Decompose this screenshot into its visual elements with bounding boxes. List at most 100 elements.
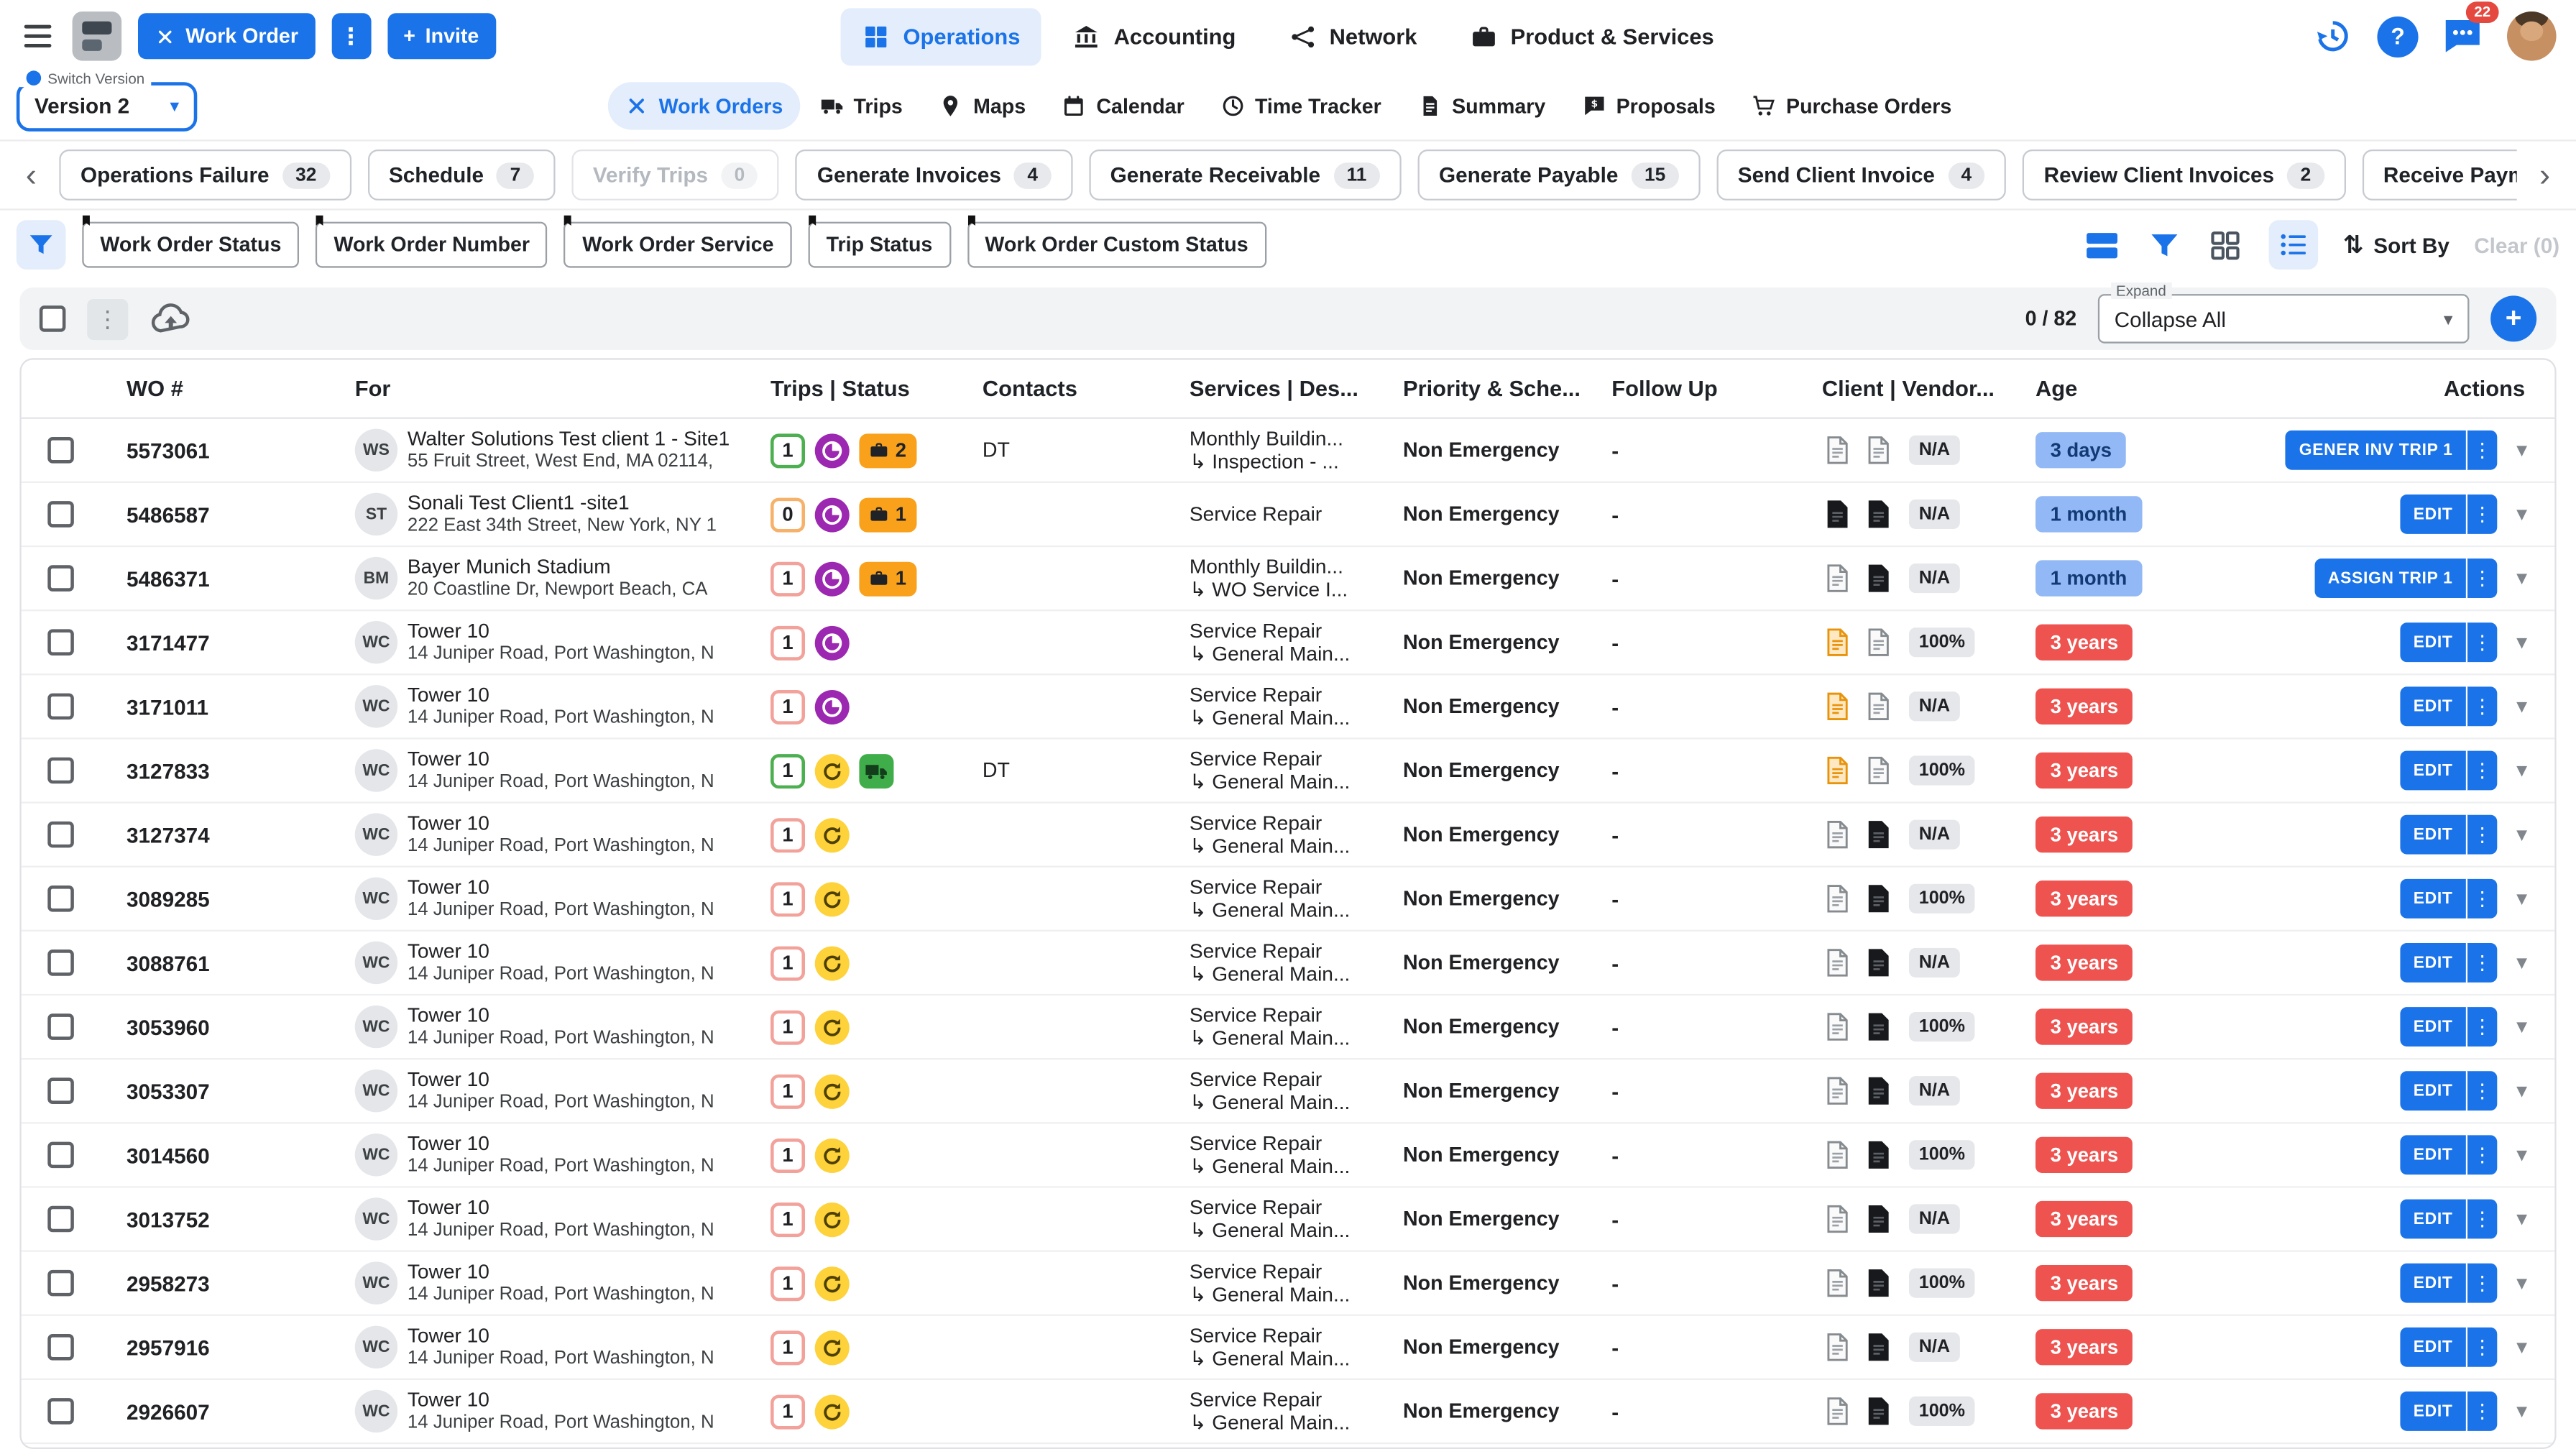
row-checkbox[interactable] <box>47 501 74 528</box>
trip-pending-icon[interactable] <box>815 1138 850 1172</box>
pipeline-receive-payments[interactable]: Receive Payments 20 <box>2362 150 2517 201</box>
trip-count-badge[interactable]: 1 <box>770 561 805 596</box>
row-expand-chevron[interactable]: ▾ <box>2508 1142 2535 1169</box>
main-nav-operations[interactable]: Operations <box>841 7 1041 65</box>
row-checkbox[interactable] <box>47 1142 74 1169</box>
trip-count-badge[interactable]: 1 <box>770 689 805 724</box>
row-action-menu-button[interactable]: ⋮ <box>2466 943 2497 983</box>
app-logo[interactable] <box>73 12 122 61</box>
trip-pending-icon[interactable] <box>815 881 850 916</box>
row-action-menu-button[interactable]: ⋮ <box>2466 751 2497 791</box>
table-row[interactable]: 3127833 WC Tower 10 14 Juniper Road, Por… <box>22 740 2555 804</box>
table-row[interactable]: 2926607 WC Tower 10 14 Juniper Road, Por… <box>22 1380 2555 1444</box>
bulk-menu-button[interactable]: ⋮ <box>87 298 128 339</box>
main-nav-product-services[interactable]: Product & Services <box>1448 7 1736 65</box>
trip-scheduled-icon[interactable] <box>815 433 850 467</box>
row-action-button[interactable]: EDIT <box>2400 1200 2465 1239</box>
subnav-maps[interactable]: Maps <box>922 82 1042 129</box>
help-button[interactable]: ? <box>2377 16 2418 57</box>
pipeline-generate-invoices[interactable]: Generate Invoices 4 <box>796 150 1072 201</box>
table-row[interactable]: 3171011 WC Tower 10 14 Juniper Road, Por… <box>22 675 2555 739</box>
row-action-button[interactable]: EDIT <box>2400 751 2465 791</box>
row-checkbox[interactable] <box>47 1270 74 1297</box>
row-checkbox[interactable] <box>47 694 74 720</box>
filter-chip-trip-status[interactable]: Trip Status <box>808 222 950 268</box>
switch-version-select[interactable]: Switch Version Version 2 ▾ <box>17 81 197 131</box>
client-invoice-doc-icon[interactable] <box>1822 1329 1853 1365</box>
table-row[interactable]: 3053307 WC Tower 10 14 Juniper Road, Por… <box>22 1059 2555 1123</box>
client-invoice-doc-icon[interactable] <box>1822 944 1853 980</box>
client-invoice-doc-icon[interactable] <box>1822 816 1853 852</box>
filter-funnel-button[interactable] <box>17 220 66 270</box>
row-action-menu-button[interactable]: ⋮ <box>2466 815 2497 855</box>
row-checkbox[interactable] <box>47 1077 74 1104</box>
pipeline-send-client-invoice[interactable]: Send Client Invoice 4 <box>1716 150 2006 201</box>
table-row[interactable]: 5573061 WS Walter Solutions Test client … <box>22 419 2555 483</box>
row-checkbox[interactable] <box>47 629 74 656</box>
trip-pending-icon[interactable] <box>815 1330 850 1364</box>
row-action-button[interactable]: EDIT <box>2400 943 2465 983</box>
expand-select[interactable]: Expand Collapse All ▾ <box>2098 294 2470 344</box>
row-action-menu-button[interactable]: ⋮ <box>2466 431 2497 470</box>
row-action-menu-button[interactable]: ⋮ <box>2466 1264 2497 1303</box>
trip-scheduled-icon[interactable] <box>815 625 850 660</box>
client-invoice-doc-icon[interactable] <box>1822 1201 1853 1237</box>
row-action-button[interactable]: GENER INV TRIP 1 <box>2286 431 2465 470</box>
trip-scheduled-icon[interactable] <box>815 689 850 724</box>
trip-briefcase-badge[interactable]: 1 <box>859 561 916 596</box>
vendor-invoice-doc-icon[interactable] <box>1863 625 1894 661</box>
table-row[interactable]: 2957916 WC Tower 10 14 Juniper Road, Por… <box>22 1316 2555 1380</box>
client-bill-doc-icon[interactable] <box>1822 496 1853 532</box>
row-checkbox[interactable] <box>47 949 74 976</box>
row-expand-chevron[interactable]: ▾ <box>2508 758 2535 784</box>
row-action-menu-button[interactable]: ⋮ <box>2466 1071 2497 1110</box>
row-expand-chevron[interactable]: ▾ <box>2508 1270 2535 1297</box>
client-invoice-doc-icon[interactable] <box>1822 560 1853 596</box>
subnav-purchase-orders[interactable]: Purchase Orders <box>1735 82 1968 129</box>
trip-count-badge[interactable]: 1 <box>770 1138 805 1172</box>
trip-count-badge[interactable]: 1 <box>770 433 805 467</box>
trip-count-badge[interactable]: 1 <box>770 945 805 980</box>
row-action-menu-button[interactable]: ⋮ <box>2466 879 2497 919</box>
table-row[interactable]: 2958273 WC Tower 10 14 Juniper Road, Por… <box>22 1252 2555 1316</box>
card-view-button[interactable] <box>2082 224 2122 265</box>
row-action-menu-button[interactable]: ⋮ <box>2466 686 2497 726</box>
user-avatar[interactable] <box>2507 12 2557 61</box>
filter-chip-work-order-status[interactable]: Work Order Status <box>82 222 299 268</box>
trip-scheduled-icon[interactable] <box>815 497 850 531</box>
row-checkbox[interactable] <box>47 822 74 848</box>
row-expand-chevron[interactable]: ▾ <box>2508 1334 2535 1361</box>
filter-chip-work-order-custom-status[interactable]: Work Order Custom Status <box>967 222 1266 268</box>
table-row[interactable]: 3171477 WC Tower 10 14 Juniper Road, Por… <box>22 611 2555 675</box>
table-row[interactable]: 3127374 WC Tower 10 14 Juniper Road, Por… <box>22 804 2555 868</box>
table-row[interactable]: 5486587 ST Sonali Test Client1 -site1 22… <box>22 483 2555 547</box>
trip-count-badge[interactable]: 1 <box>770 1010 805 1044</box>
filter-chip-work-order-number[interactable]: Work Order Number <box>316 222 548 268</box>
row-expand-chevron[interactable]: ▾ <box>2508 1398 2535 1425</box>
row-action-button[interactable]: EDIT <box>2400 1071 2465 1110</box>
client-invoice-doc-icon[interactable] <box>1822 1393 1853 1429</box>
trip-count-badge[interactable]: 1 <box>770 753 805 788</box>
trip-count-badge[interactable]: 1 <box>770 1394 805 1428</box>
row-checkbox[interactable] <box>47 1013 74 1040</box>
row-action-button[interactable]: EDIT <box>2400 879 2465 919</box>
vendor-invoice-doc-icon[interactable] <box>1863 753 1894 788</box>
table-row[interactable]: 3053960 WC Tower 10 14 Juniper Road, Por… <box>22 995 2555 1059</box>
vendor-invoice-doc-icon[interactable] <box>1863 432 1894 468</box>
pipeline-generate-receivable[interactable]: Generate Receivable 11 <box>1089 150 1401 201</box>
row-expand-chevron[interactable]: ▾ <box>2508 694 2535 720</box>
pipeline-operations-failure[interactable]: Operations Failure 32 <box>59 150 351 201</box>
row-checkbox[interactable] <box>47 886 74 912</box>
row-expand-chevron[interactable]: ▾ <box>2508 629 2535 656</box>
table-row[interactable]: 3089285 WC Tower 10 14 Juniper Road, Por… <box>22 868 2555 932</box>
vendor-invoice-doc-icon[interactable] <box>1863 689 1894 724</box>
row-checkbox[interactable] <box>47 1206 74 1233</box>
row-action-button[interactable]: EDIT <box>2400 815 2465 855</box>
row-checkbox[interactable] <box>47 758 74 784</box>
row-action-button[interactable]: EDIT <box>2400 686 2465 726</box>
client-invoice-doc-icon[interactable] <box>1822 1265 1853 1301</box>
row-action-button[interactable]: EDIT <box>2400 622 2465 662</box>
row-expand-chevron[interactable]: ▾ <box>2508 822 2535 848</box>
table-row[interactable]: 3013752 WC Tower 10 14 Juniper Road, Por… <box>22 1188 2555 1252</box>
row-action-button[interactable]: EDIT <box>2400 1392 2465 1431</box>
